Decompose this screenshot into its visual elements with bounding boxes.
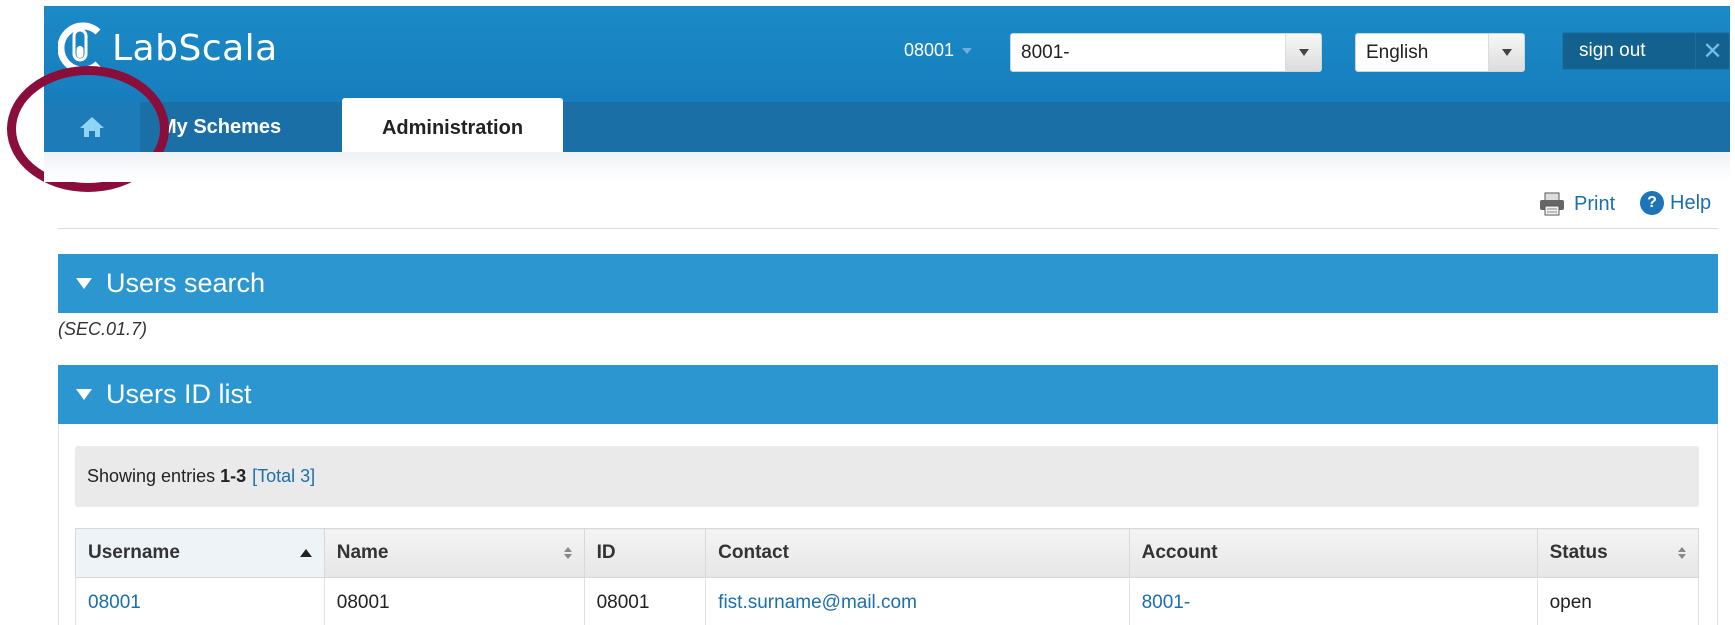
users-search-title: Users search xyxy=(106,268,266,298)
chevron-down-icon xyxy=(1501,49,1512,56)
collapse-triangle-icon xyxy=(76,278,92,289)
cell-status: open xyxy=(1536,577,1700,625)
chevron-down-icon xyxy=(1298,49,1309,56)
print-link[interactable]: Print xyxy=(1538,191,1615,217)
language-select-button[interactable] xyxy=(1488,34,1524,71)
column-label: Name xyxy=(336,542,389,563)
chevron-down-icon xyxy=(962,47,973,54)
table-row: 08001 08001 08001 fist.surname@mail.com … xyxy=(75,577,1700,625)
account-select[interactable]: 8001- xyxy=(1010,33,1322,72)
column-header-status[interactable]: Status xyxy=(1536,528,1700,578)
tab-administration[interactable]: Administration xyxy=(342,98,563,158)
language-select-value: English xyxy=(1366,41,1429,63)
user-code-label: 08001 xyxy=(904,40,955,60)
column-header-account: Account xyxy=(1128,528,1538,578)
users-id-list-panel-header[interactable]: Users ID list xyxy=(58,365,1718,424)
cell-username[interactable]: 08001 xyxy=(75,577,325,625)
tab-my-schemes[interactable]: My Schemes xyxy=(150,102,291,152)
username-link[interactable]: 08001 xyxy=(88,592,141,613)
column-label: Account xyxy=(1141,542,1218,563)
help-icon: ? xyxy=(1640,191,1664,215)
sign-out-button[interactable]: sign out ✕ xyxy=(1562,32,1730,70)
close-icon[interactable]: ✕ xyxy=(1695,33,1729,69)
cell-name: 08001 xyxy=(323,577,585,625)
main-nav-tabs: My Schemes Administration xyxy=(44,98,1730,158)
column-label: Status xyxy=(1549,542,1608,563)
cell-account[interactable]: 8001- xyxy=(1128,577,1538,625)
column-label: ID xyxy=(596,542,616,563)
toolbar-background xyxy=(44,152,1730,182)
sort-icon xyxy=(563,547,572,559)
account-select-value: 8001- xyxy=(1021,41,1070,63)
cell-contact[interactable]: fist.surname@mail.com xyxy=(705,577,1130,625)
section-code: (SEC.01.7) xyxy=(58,319,148,339)
sort-icon xyxy=(1678,547,1686,559)
help-label: Help xyxy=(1670,191,1712,214)
column-header-username[interactable]: Username xyxy=(75,528,325,578)
help-link[interactable]: ? Help xyxy=(1640,191,1711,215)
column-label: Username xyxy=(88,542,180,563)
app-header: LabScala 08001 8001- English sign out ✕ … xyxy=(44,6,1730,158)
entries-prefix: Showing entries xyxy=(87,466,216,486)
account-link[interactable]: 8001- xyxy=(1142,592,1191,613)
column-header-name[interactable]: Name xyxy=(323,528,585,578)
collapse-triangle-icon xyxy=(76,389,92,400)
app-title: LabScala xyxy=(112,27,278,69)
print-label: Print xyxy=(1574,192,1616,215)
toolbar-divider xyxy=(58,228,1718,229)
cell-id: 08001 xyxy=(583,577,707,625)
redacted-area xyxy=(1190,590,1401,615)
entries-total-link[interactable]: [Total 3] xyxy=(252,466,315,487)
column-header-contact: Contact xyxy=(705,528,1130,578)
users-search-panel-header[interactable]: Users search xyxy=(58,254,1718,313)
entries-range: 1-3 xyxy=(220,466,247,486)
table-header-row: Username Name ID Contact Account Status xyxy=(75,528,1700,578)
column-label: Contact xyxy=(718,542,789,563)
user-code-dropdown[interactable]: 08001 xyxy=(904,40,973,61)
column-header-id: ID xyxy=(583,528,707,578)
entries-info-bar: Showing entries 1-3 [Total 3] xyxy=(75,446,1699,507)
account-select-button[interactable] xyxy=(1285,34,1321,71)
language-select[interactable]: English xyxy=(1355,33,1525,72)
sort-ascending-icon xyxy=(299,549,312,557)
users-table: Username Name ID Contact Account Status xyxy=(75,528,1700,625)
printer-icon xyxy=(1540,192,1564,216)
sign-out-label: sign out xyxy=(1579,40,1646,61)
users-id-list-title: Users ID list xyxy=(106,379,252,409)
contact-email-link[interactable]: fist.surname@mail.com xyxy=(718,592,917,613)
